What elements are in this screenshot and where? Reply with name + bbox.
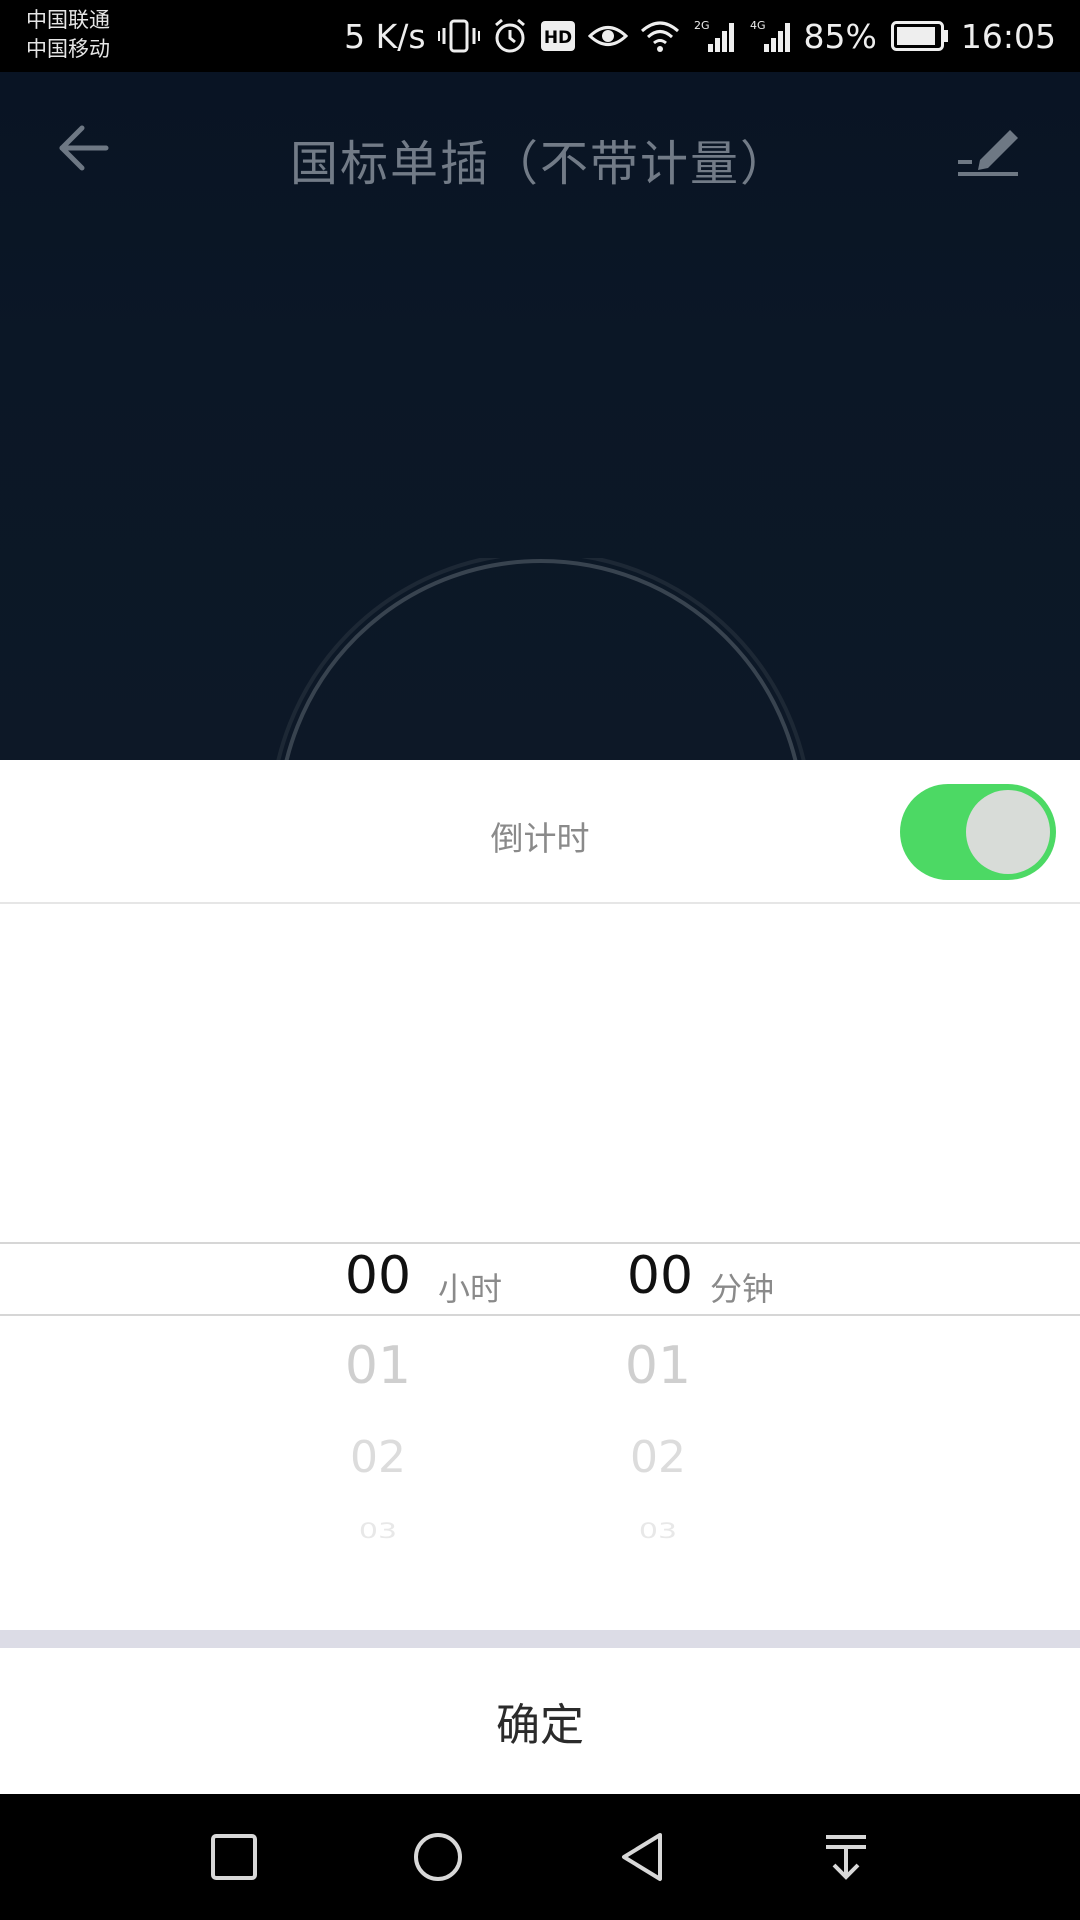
minutes-unit: 分钟 [710,1270,775,1308]
recent-apps-icon[interactable] [174,1794,294,1920]
countdown-sheet: 倒计时 00 小时 00 分钟 确定 [0,760,1080,1794]
minutes-option[interactable]: 02 [598,1432,718,1483]
picker-selection-line-bottom [0,1314,1080,1316]
hours-selected[interactable]: 00 [318,1246,438,1306]
vibrate-icon [437,18,480,54]
clock-time: 16:05 [960,16,1056,56]
status-icons: 5 K/s HD 2G 4G 85% 16:05 [344,0,1056,72]
minutes-option[interactable]: 03 [598,1519,718,1544]
battery-icon [890,21,949,51]
page-title: 国标单插（不带计量） [289,136,790,192]
svg-text:2G: 2G [694,19,710,32]
sheet-header: 倒计时 [0,760,1080,904]
sheet-divider [0,1630,1080,1648]
edit-icon[interactable] [954,122,1024,186]
carrier-2: 中国移动 [26,37,110,61]
wifi-icon [640,19,680,53]
plug-power-icon[interactable] [276,551,806,760]
minutes-option[interactable]: 01 [598,1336,718,1396]
eye-icon [587,21,628,51]
hours-unit: 小时 [438,1270,503,1308]
notification-pulldown-icon[interactable] [786,1794,906,1920]
carrier-info: 中国联通 中国移动 [26,6,110,64]
alarm-icon [492,18,528,54]
minutes-selected[interactable]: 00 [600,1246,720,1306]
svg-text:4G: 4G [750,19,766,32]
hours-option[interactable]: 03 [318,1519,438,1544]
status-bar: 中国联通 中国移动 5 K/s HD 2G 4G 85% 16:05 [0,0,1080,72]
time-picker[interactable]: 00 小时 00 分钟 [0,904,1080,1394]
device-page-background: 国标单插（不带计量） [0,72,1080,760]
back-icon[interactable] [582,1794,702,1920]
confirm-button[interactable]: 确定 [0,1648,1080,1794]
signal-2g-icon: 2G [692,18,736,54]
network-speed: 5 K/s [344,16,426,56]
battery-percent: 85% [803,16,877,56]
home-icon[interactable] [378,1794,498,1920]
hours-option[interactable]: 01 [318,1336,438,1396]
toggle-knob [966,790,1050,874]
system-nav-bar [0,1794,1080,1920]
hd-icon: HD [540,20,576,52]
signal-4g-icon: 4G [748,18,792,54]
svg-text:HD: HD [543,28,571,48]
hours-option[interactable]: 02 [318,1432,438,1483]
carrier-1: 中国联通 [26,8,110,32]
countdown-toggle[interactable] [900,784,1056,880]
picker-selection-line-top [0,1242,1080,1244]
